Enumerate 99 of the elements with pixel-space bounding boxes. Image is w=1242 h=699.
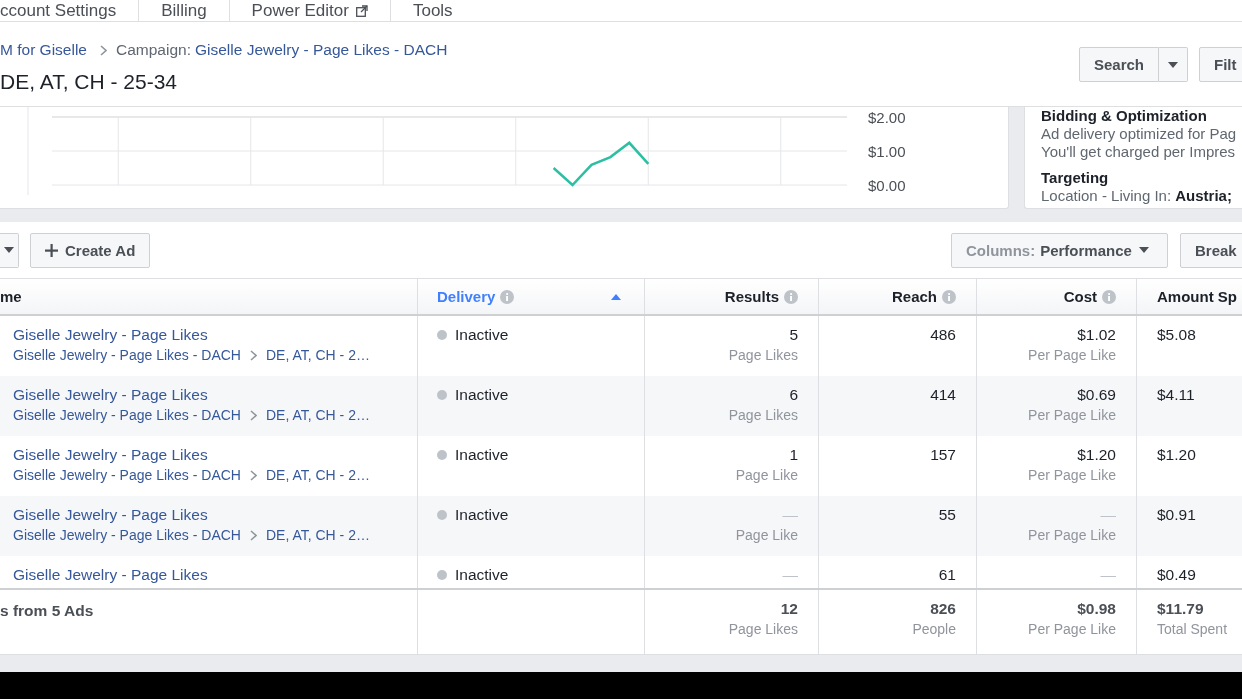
info-icon bbox=[784, 289, 798, 304]
caret-icon bbox=[4, 247, 14, 253]
breadcrumb-label: Campaign: bbox=[116, 41, 191, 59]
cell-value: 157 bbox=[930, 445, 956, 465]
ad-set-link[interactable]: DE, AT, CH - 2… bbox=[265, 405, 370, 425]
ad-set-link[interactable]: DE, AT, CH - 2… bbox=[265, 345, 370, 365]
campaign-link[interactable]: Giselle Jewelry - Page Likes - DACH bbox=[13, 405, 241, 425]
nav-link[interactable]: Power Editor bbox=[228, 0, 390, 21]
cell-unit: Page Likes bbox=[728, 620, 798, 639]
sort-ascending-icon bbox=[611, 293, 621, 300]
breakdown-button[interactable]: Break bbox=[1180, 232, 1242, 268]
section-heading: Targeting bbox=[1041, 169, 1109, 187]
cell-unit: Page Like bbox=[735, 466, 798, 485]
section-heading: Bidding & Optimization bbox=[1041, 107, 1207, 125]
totals-label: s from 5 Ads bbox=[0, 602, 94, 619]
cell-unit: Per Page Like bbox=[1028, 620, 1116, 639]
cell-unit: Per Page Like bbox=[1028, 406, 1116, 425]
cell-value: $1.02 bbox=[1077, 325, 1116, 345]
cell-value: — bbox=[1100, 565, 1116, 585]
cell-value: — bbox=[1100, 505, 1116, 525]
external-link-icon bbox=[355, 4, 368, 17]
cell-value: 6 bbox=[789, 385, 798, 405]
campaign-link[interactable]: Giselle Jewelry - Page Likes - DACH bbox=[13, 525, 241, 545]
plus-icon bbox=[45, 243, 58, 257]
axis-label: $1.00 bbox=[868, 142, 906, 160]
cell-unit: Page Likes bbox=[728, 406, 798, 425]
column-header[interactable]: Reach bbox=[819, 279, 977, 314]
chevron-right-icon bbox=[249, 409, 257, 421]
chevron-right-icon bbox=[249, 529, 257, 541]
cell-value: 414 bbox=[930, 385, 956, 405]
campaign-link[interactable]: Giselle Jewelry - Page Likes - DACH bbox=[13, 345, 241, 365]
column-header[interactable]: Delivery bbox=[418, 279, 645, 314]
status-text: Inactive bbox=[455, 505, 509, 525]
ad-set-link[interactable]: DE, AT, CH - 2… bbox=[265, 465, 370, 485]
cell-unit: Per Page Like bbox=[1028, 346, 1116, 365]
cell-value: 5 bbox=[789, 325, 798, 345]
cell-value: 826 bbox=[930, 599, 956, 619]
filter-button[interactable]: Filt bbox=[1199, 47, 1242, 82]
summary-text: Ad delivery optimized for Pag bbox=[1041, 125, 1237, 143]
campaign-link[interactable]: Giselle Jewelry - Page Likes - DACH bbox=[13, 465, 241, 485]
summary-text: You'll get charged per Impres bbox=[1041, 143, 1236, 161]
nav-link[interactable]: Tools bbox=[389, 0, 475, 21]
cell-unit: Per Page Like bbox=[1028, 466, 1116, 485]
cell-value: 1 bbox=[789, 445, 798, 465]
summary-text: Location - Living In: Austria; bbox=[1041, 187, 1232, 205]
cell-unit: Total Spent bbox=[1157, 620, 1228, 639]
cell-unit: People bbox=[912, 620, 956, 639]
caret-icon bbox=[1168, 61, 1178, 68]
caret-icon bbox=[1138, 247, 1149, 253]
info-icon bbox=[1102, 289, 1116, 304]
ad-name-link[interactable]: Giselle Jewelry - Page Likes bbox=[13, 445, 208, 465]
cell-value: 55 bbox=[938, 505, 956, 525]
status-text: Inactive bbox=[455, 445, 509, 465]
cell-value: $11.79 bbox=[1157, 599, 1204, 619]
cell-value: $1.20 bbox=[1077, 445, 1116, 465]
cell-value: $0.91 bbox=[1157, 505, 1196, 525]
status-text: Inactive bbox=[455, 325, 509, 345]
status-text: Inactive bbox=[455, 385, 509, 405]
breadcrumb-link[interactable]: Giselle Jewelry - Page Likes - DACH bbox=[194, 41, 448, 59]
info-icon bbox=[500, 289, 515, 304]
cell-value: $5.08 bbox=[1157, 325, 1196, 345]
page-title: DE, AT, CH - 25-34 bbox=[0, 69, 177, 95]
cell-value: $4.11 bbox=[1157, 385, 1195, 405]
search-button[interactable]: Search bbox=[1079, 47, 1159, 82]
chevron-right-icon bbox=[100, 44, 107, 56]
cell-unit: Page Like bbox=[735, 526, 798, 545]
ad-name-link[interactable]: Giselle Jewelry - Page Likes bbox=[13, 505, 208, 525]
breadcrumb-link[interactable]: M for Giselle bbox=[0, 41, 87, 59]
axis-label: $0.00 bbox=[868, 176, 906, 194]
ad-name-link[interactable]: Giselle Jewelry - Page Likes bbox=[13, 385, 208, 405]
cell-value: $0.98 bbox=[1077, 599, 1116, 619]
dropdown-button[interactable] bbox=[0, 232, 19, 268]
ad-name-link[interactable]: Giselle Jewelry - Page Likes bbox=[13, 565, 208, 585]
dropdown-button[interactable] bbox=[1159, 47, 1188, 82]
ad-name-link[interactable]: Giselle Jewelry - Page Likes bbox=[13, 325, 208, 345]
cell-value: $0.69 bbox=[1077, 385, 1116, 405]
nav-link[interactable]: Billing bbox=[138, 0, 229, 21]
axis-label: $2.00 bbox=[868, 108, 906, 126]
chevron-right-icon bbox=[249, 349, 257, 361]
cell-value: 61 bbox=[938, 565, 956, 585]
cell-value: $1.20 bbox=[1157, 445, 1196, 465]
columns-button[interactable]: Columns: Performance bbox=[951, 232, 1168, 268]
info-icon bbox=[942, 289, 956, 304]
column-header[interactable]: Results bbox=[645, 279, 819, 314]
cell-value: — bbox=[782, 505, 798, 525]
create-ad-button[interactable]: Create Ad bbox=[30, 232, 151, 268]
chevron-right-icon bbox=[249, 469, 257, 481]
ad-set-link[interactable]: DE, AT, CH - 2… bbox=[265, 525, 370, 545]
cell-value: — bbox=[782, 565, 798, 585]
cell-unit: Page Likes bbox=[728, 346, 798, 365]
cell-value: 486 bbox=[930, 325, 956, 345]
column-header[interactable]: Cost bbox=[977, 279, 1137, 314]
column-header[interactable]: me bbox=[0, 279, 418, 314]
cell-value: $0.49 bbox=[1157, 565, 1196, 585]
status-text: Inactive bbox=[455, 565, 509, 585]
cell-value: 12 bbox=[780, 599, 798, 619]
column-header[interactable]: Amount Sp bbox=[1137, 279, 1242, 314]
nav-link[interactable]: ccount Settings bbox=[0, 0, 139, 21]
cell-unit: Per Page Like bbox=[1028, 526, 1116, 545]
